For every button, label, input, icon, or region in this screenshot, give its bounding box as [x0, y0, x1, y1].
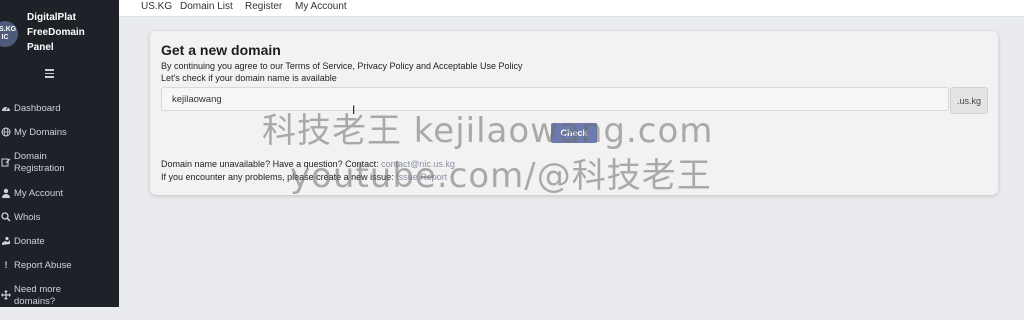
top-nav: US.KG Domain List Register My Account [119, 0, 1024, 17]
sidebar-item-label: Dashboard [14, 103, 61, 114]
sidebar-item-whois[interactable]: Whois [0, 211, 119, 235]
watermark-line-1: 科技老王 kejilaowang.com [262, 111, 714, 151]
sidebar-nav: Dashboard My Domains Domain Registration … [0, 102, 119, 320]
menu-toggle-icon[interactable] [45, 69, 54, 78]
text-cursor-icon: I [352, 103, 356, 117]
sidebar-item-label: My Domains [14, 127, 67, 138]
top-nav-my-account[interactable]: My Account [295, 1, 347, 12]
globe-icon [1, 127, 11, 137]
sidebar-item-label: Need more domains? [14, 284, 61, 307]
sidebar-item-my-domains[interactable]: My Domains [0, 126, 119, 150]
top-nav-us-kg[interactable]: US.KG [141, 1, 172, 12]
card-title: Get a new domain [161, 42, 281, 58]
sidebar-item-my-account[interactable]: My Account [0, 187, 119, 211]
brand[interactable]: US.KGIC DigitalPlatFreeDomainPanel [0, 6, 119, 56]
sidebar-item-label: Report Abuse [14, 260, 72, 271]
brand-name: DigitalPlat FreeDomain Panel [27, 12, 85, 53]
sidebar-item-domain-registration[interactable]: Domain Registration [0, 150, 119, 187]
sidebar-item-label: My Account [14, 188, 64, 199]
sidebar-item-label: Donate [14, 236, 45, 247]
domain-suffix: .us.kg [950, 87, 988, 114]
sidebar-item-label: Domain Registration [14, 151, 65, 174]
sidebar-item-dashboard[interactable]: Dashboard [0, 102, 119, 126]
edit-icon [1, 157, 11, 167]
top-nav-domain-list[interactable]: Domain List [180, 1, 233, 12]
sidebar-item-donate[interactable]: Donate [0, 235, 119, 259]
sidebar-item-need-more-domains[interactable]: Need more domains? [0, 283, 119, 320]
donate-icon [1, 236, 11, 246]
watermark-line-2: youtube.com/@科技老王 [290, 156, 712, 196]
availability-prompt: Let's check if your domain name is avail… [161, 73, 337, 83]
search-icon [1, 212, 11, 222]
top-nav-register[interactable]: Register [245, 1, 282, 12]
sidebar: US.KGIC DigitalPlatFreeDomainPanel Dashb… [0, 0, 119, 307]
terms-notice: By continuing you agree to our Terms of … [161, 61, 523, 71]
user-icon [1, 188, 11, 198]
move-icon [1, 290, 11, 300]
exclamation-icon: ! [4, 260, 8, 270]
dashboard-icon [1, 103, 11, 113]
sidebar-item-label: Whois [14, 212, 41, 223]
sidebar-item-report-abuse[interactable]: ! Report Abuse [0, 259, 119, 283]
avatar: US.KGIC [0, 21, 18, 47]
